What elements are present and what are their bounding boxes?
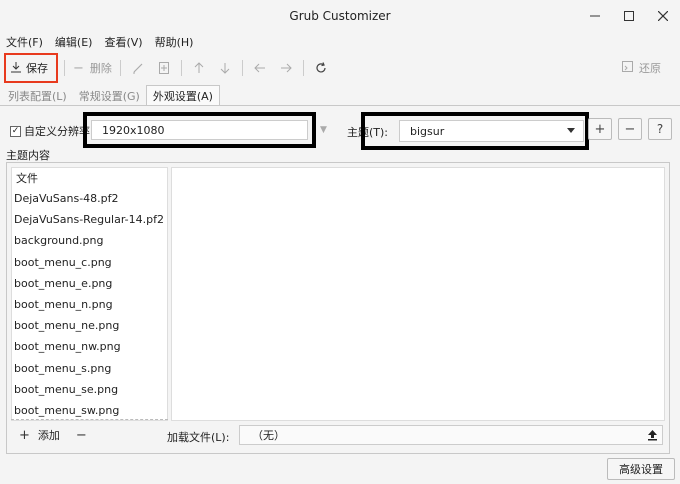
theme-annotation-box: bigsur	[361, 112, 589, 150]
toolbar-separator	[64, 60, 65, 76]
minus-icon: −	[73, 60, 84, 76]
menu-help[interactable]: 帮助(H)	[155, 34, 194, 50]
load-file-field[interactable]: （无）	[239, 425, 663, 445]
list-item[interactable]: boot_menu_e.png	[12, 273, 167, 294]
theme-content-label: 主题内容	[6, 149, 50, 162]
window-title: Grub Customizer	[289, 9, 391, 23]
add-entry-icon[interactable]	[151, 55, 177, 81]
refresh-icon[interactable]	[308, 55, 334, 81]
tab-appearance-settings[interactable]: 外观设置(A)	[145, 85, 220, 105]
remove-file-button[interactable]: −	[76, 428, 87, 443]
list-divider	[11, 419, 168, 420]
resolution-dropdown-icon[interactable]: ▼	[320, 125, 327, 135]
tab-list-config[interactable]: 列表配置(L)	[2, 86, 73, 105]
file-list-header: 文件	[16, 172, 38, 185]
load-file-label: 加载文件(L):	[167, 431, 230, 444]
add-file-button[interactable]: 添加	[38, 427, 60, 443]
arrow-right-icon[interactable]	[273, 55, 299, 81]
theme-help-button[interactable]: ?	[648, 118, 672, 140]
revert-button[interactable]: 还原	[622, 55, 661, 81]
theme-content-panel: 文件 DejaVuSans-48.pf2 DejaVuSans-Regular-…	[6, 162, 670, 454]
minimize-icon[interactable]	[578, 0, 612, 32]
add-theme-button[interactable]: +	[588, 118, 612, 140]
theme-file-list[interactable]: 文件 DejaVuSans-48.pf2 DejaVuSans-Regular-…	[11, 167, 168, 421]
plus-icon: +	[594, 121, 606, 137]
list-item[interactable]: boot_menu_ne.png	[12, 315, 167, 336]
help-icon: ?	[656, 122, 664, 136]
menu-file[interactable]: 文件(F)	[6, 34, 43, 50]
toolbar-separator	[119, 60, 121, 76]
custom-resolution-toggle[interactable]: ✓ 自定义分辨率	[10, 123, 90, 139]
menu-view[interactable]: 查看(V)	[104, 34, 142, 50]
delete-label: 删除	[89, 62, 112, 75]
plus-icon[interactable]: +	[19, 428, 30, 443]
menu-edit[interactable]: 编辑(E)	[55, 34, 93, 50]
list-item[interactable]: DejaVuSans-Regular-14.pf2	[12, 209, 167, 230]
revert-label: 还原	[639, 62, 661, 75]
toolbar: 保存 − 删除 还原	[0, 52, 680, 84]
appearance-settings-row: ✓ 自定义分辨率 1920x1080 ▼ 主题(T): bigsur + − ?	[0, 112, 680, 150]
tab-general-settings[interactable]: 常规设置(G)	[73, 86, 146, 105]
chevron-down-icon	[567, 128, 575, 133]
close-icon[interactable]	[646, 0, 680, 32]
advanced-settings-button[interactable]: 高级设置	[607, 458, 675, 480]
delete-button[interactable]: − 删除	[69, 55, 116, 81]
edit-icon[interactable]	[125, 55, 151, 81]
toolbar-separator	[241, 60, 243, 76]
load-file-value: （无）	[252, 429, 285, 442]
upload-icon[interactable]	[644, 427, 660, 443]
custom-resolution-label: 自定义分辨率	[24, 125, 90, 138]
custom-resolution-checkbox[interactable]: ✓	[10, 125, 21, 137]
arrow-down-icon[interactable]	[212, 55, 238, 81]
resolution-annotation-box: 1920x1080	[83, 112, 316, 148]
arrow-left-icon[interactable]	[247, 55, 273, 81]
toolbar-separator	[302, 60, 304, 76]
list-item[interactable]: boot_menu_c.png	[12, 252, 167, 273]
arrow-up-icon[interactable]	[186, 55, 212, 81]
list-item[interactable]: boot_menu_n.png	[12, 294, 167, 315]
revert-icon	[622, 61, 633, 75]
toolbar-separator	[180, 60, 182, 76]
save-label: 保存	[26, 62, 48, 75]
file-list-actions: + 添加 −	[19, 427, 87, 443]
theme-preview-area	[171, 167, 665, 421]
theme-select[interactable]: bigsur	[399, 120, 584, 142]
list-item[interactable]: DejaVuSans-48.pf2	[12, 188, 167, 209]
list-item[interactable]: boot_menu_s.png	[12, 358, 167, 379]
menu-bar: 文件(F) 编辑(E) 查看(V) 帮助(H)	[0, 32, 680, 52]
tab-bar: 列表配置(L) 常规设置(G) 外观设置(A)	[0, 85, 680, 106]
theme-value: bigsur	[410, 124, 445, 138]
list-item[interactable]: boot_menu_sw.png	[12, 400, 167, 420]
title-bar: Grub Customizer	[0, 0, 680, 32]
remove-theme-button[interactable]: −	[618, 118, 642, 140]
save-icon	[10, 61, 22, 76]
save-button[interactable]: 保存	[4, 53, 58, 83]
list-item[interactable]: boot_menu_se.png	[12, 379, 167, 400]
list-item[interactable]: background.png	[12, 230, 167, 251]
resolution-input[interactable]: 1920x1080	[91, 120, 308, 140]
minus-icon: −	[624, 121, 636, 137]
window-controls	[578, 0, 680, 32]
maximize-icon[interactable]	[612, 0, 646, 32]
list-item[interactable]: boot_menu_nw.png	[12, 336, 167, 357]
